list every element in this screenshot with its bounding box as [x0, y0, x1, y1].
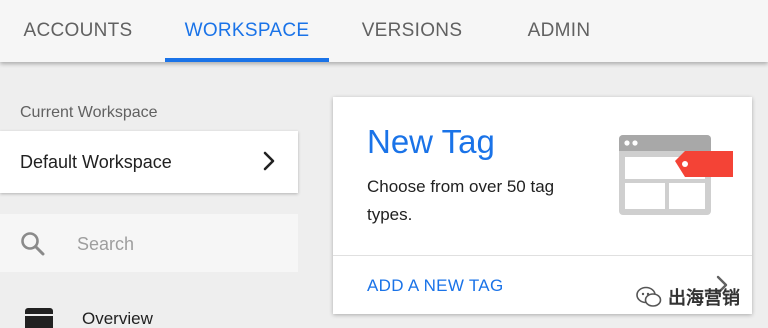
watermark: 出海营销	[636, 282, 740, 312]
card-divider	[333, 255, 752, 256]
overview-icon	[25, 308, 53, 328]
tab-accounts[interactable]: ACCOUNTS	[0, 0, 156, 62]
tag-template-icon	[619, 135, 733, 215]
sidebar-item-overview[interactable]: Overview	[82, 309, 153, 328]
current-workspace-label: Current Workspace	[20, 104, 158, 121]
chevron-right-icon	[263, 151, 275, 171]
workspace-name: Default Workspace	[20, 152, 172, 172]
watermark-text: 出海营销	[668, 288, 740, 308]
active-tab-indicator	[165, 58, 329, 62]
workspace-selector[interactable]: Default Workspace	[0, 131, 298, 193]
card-description: Choose from over 50 tag types.	[367, 177, 555, 224]
tab-workspace[interactable]: WORKSPACE	[165, 0, 329, 62]
search-icon	[21, 232, 45, 256]
tab-versions[interactable]: VERSIONS	[344, 0, 480, 62]
tab-admin[interactable]: ADMIN	[500, 0, 618, 62]
wechat-icon	[636, 286, 662, 307]
top-tab-bar: ACCOUNTS WORKSPACE VERSIONS ADMIN	[0, 0, 768, 62]
search-placeholder: Search	[77, 234, 135, 254]
card-title[interactable]: New Tag	[367, 123, 495, 161]
add-new-tag-button[interactable]: ADD A NEW TAG	[367, 276, 503, 296]
search-input[interactable]: Search	[0, 214, 298, 272]
